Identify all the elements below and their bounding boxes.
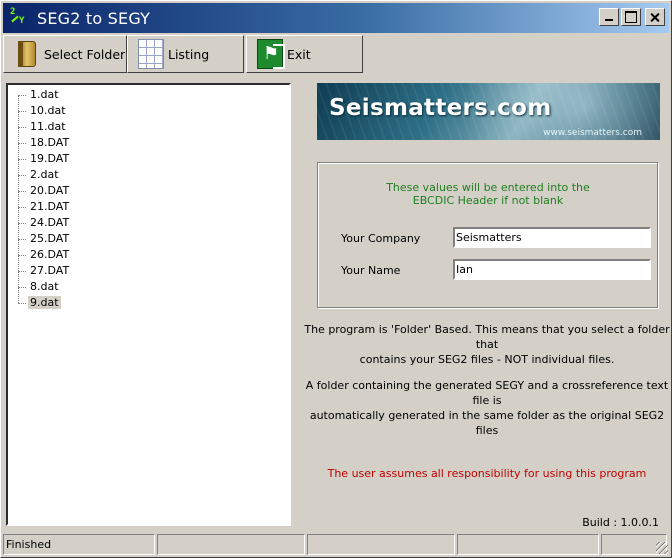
select-folder-label: Select Folder	[44, 46, 126, 62]
company-label: Your Company	[341, 232, 421, 245]
file-tree[interactable]: 1.dat 10.dat 11.dat 18.DAT 19.DAT 2.dat 20.DAT…	[6, 83, 291, 526]
status-panel-2	[157, 534, 305, 555]
close-button[interactable]	[645, 8, 665, 26]
company-field[interactable]	[453, 227, 651, 248]
resize-grip[interactable]	[656, 542, 668, 554]
folder-info-text: The program is 'Folder' Based. This mean…	[301, 322, 672, 367]
file-name: 8.dat	[30, 280, 59, 293]
file-name: 10.dat	[30, 104, 66, 117]
file-tree-item[interactable]: 26.DAT	[18, 247, 71, 263]
select-folder-button[interactable]: Select Folder	[3, 35, 127, 73]
file-tree-item[interactable]: 24.DAT	[18, 215, 71, 231]
file-name: 2.dat	[30, 168, 59, 181]
folder-info-line1: The program is 'Folder' Based. This mean…	[304, 323, 670, 351]
status-panel-3	[307, 534, 455, 555]
file-name: 9.dat	[28, 296, 61, 309]
maximize-button[interactable]	[621, 8, 641, 26]
file-name: 18.DAT	[30, 136, 70, 149]
app-window: 2Y SEG2 to SEGY Select Folder Listing ⚑ …	[0, 0, 672, 558]
status-text: Finished	[3, 534, 155, 555]
name-label: Your Name	[341, 264, 401, 277]
file-tree-list: 1.dat 10.dat 11.dat 18.DAT 19.DAT 2.dat 20.DAT…	[18, 87, 71, 311]
exit-door-icon: ⚑	[257, 39, 285, 69]
file-tree-item[interactable]: 21.DAT	[18, 199, 71, 215]
file-name: 26.DAT	[30, 248, 70, 261]
seg2-app-icon: 2Y	[10, 7, 25, 26]
title-bar[interactable]: 2Y SEG2 to SEGY	[3, 3, 669, 33]
file-tree-item[interactable]: 27.DAT	[18, 263, 71, 279]
file-tree-item[interactable]: 11.dat	[18, 119, 71, 135]
toolbar: Select Folder Listing ⚑ Exit	[3, 35, 363, 73]
status-panel-4	[457, 534, 599, 555]
exit-button[interactable]: ⚑ Exit	[246, 35, 363, 73]
output-info-text: A folder containing the generated SEGY a…	[301, 378, 672, 438]
file-tree-item[interactable]: 10.dat	[18, 103, 71, 119]
folder-info-line2: contains your SEG2 files - NOT individua…	[359, 353, 615, 366]
ebcdic-note: These values will be entered into the EB…	[318, 181, 658, 207]
output-info-line1: A folder containing the generated SEGY a…	[305, 379, 669, 407]
file-tree-item[interactable]: 1.dat	[18, 87, 71, 103]
ebcdic-header-group: These values will be entered into the EB…	[317, 162, 659, 309]
window-controls	[597, 8, 665, 26]
minimize-button[interactable]	[599, 8, 619, 26]
file-name: 24.DAT	[30, 216, 70, 229]
ebcdic-note-line2: EBCDIC Header if not blank	[412, 194, 564, 207]
banner-url: www.seismatters.com	[543, 128, 642, 138]
listing-button[interactable]: Listing	[127, 35, 244, 73]
status-bar: Finished	[3, 534, 669, 555]
book-folder-icon	[14, 39, 40, 69]
build-version: Build : 1.0.0.1	[582, 516, 659, 529]
banner-title: Seismatters.com	[329, 95, 552, 121]
file-tree-item[interactable]: 19.DAT	[18, 151, 71, 167]
file-name: 11.dat	[30, 120, 66, 133]
file-name: 20.DAT	[30, 184, 70, 197]
listing-label: Listing	[168, 46, 210, 62]
grid-icon	[138, 39, 164, 69]
name-field[interactable]	[453, 259, 651, 280]
file-tree-item[interactable]: 18.DAT	[18, 135, 71, 151]
file-name: 27.DAT	[30, 264, 70, 277]
file-tree-item[interactable]: 20.DAT	[18, 183, 71, 199]
file-tree-item[interactable]: 25.DAT	[18, 231, 71, 247]
window-title: SEG2 to SEGY	[37, 8, 151, 28]
file-name: 19.DAT	[30, 152, 70, 165]
file-name: 25.DAT	[30, 232, 70, 245]
file-tree-item[interactable]: 9.dat	[18, 295, 71, 311]
seismatters-banner: Seismatters.com www.seismatters.com	[317, 83, 660, 140]
file-name: 1.dat	[30, 88, 59, 101]
output-info-line2: automatically generated in the same fold…	[309, 409, 665, 437]
file-name: 21.DAT	[30, 200, 70, 213]
responsibility-warning: The user assumes all responsibility for …	[327, 467, 647, 480]
exit-label: Exit	[287, 46, 311, 62]
file-tree-item[interactable]: 2.dat	[18, 167, 71, 183]
ebcdic-note-line1: These values will be entered into the	[386, 181, 590, 194]
file-tree-item[interactable]: 8.dat	[18, 279, 71, 295]
